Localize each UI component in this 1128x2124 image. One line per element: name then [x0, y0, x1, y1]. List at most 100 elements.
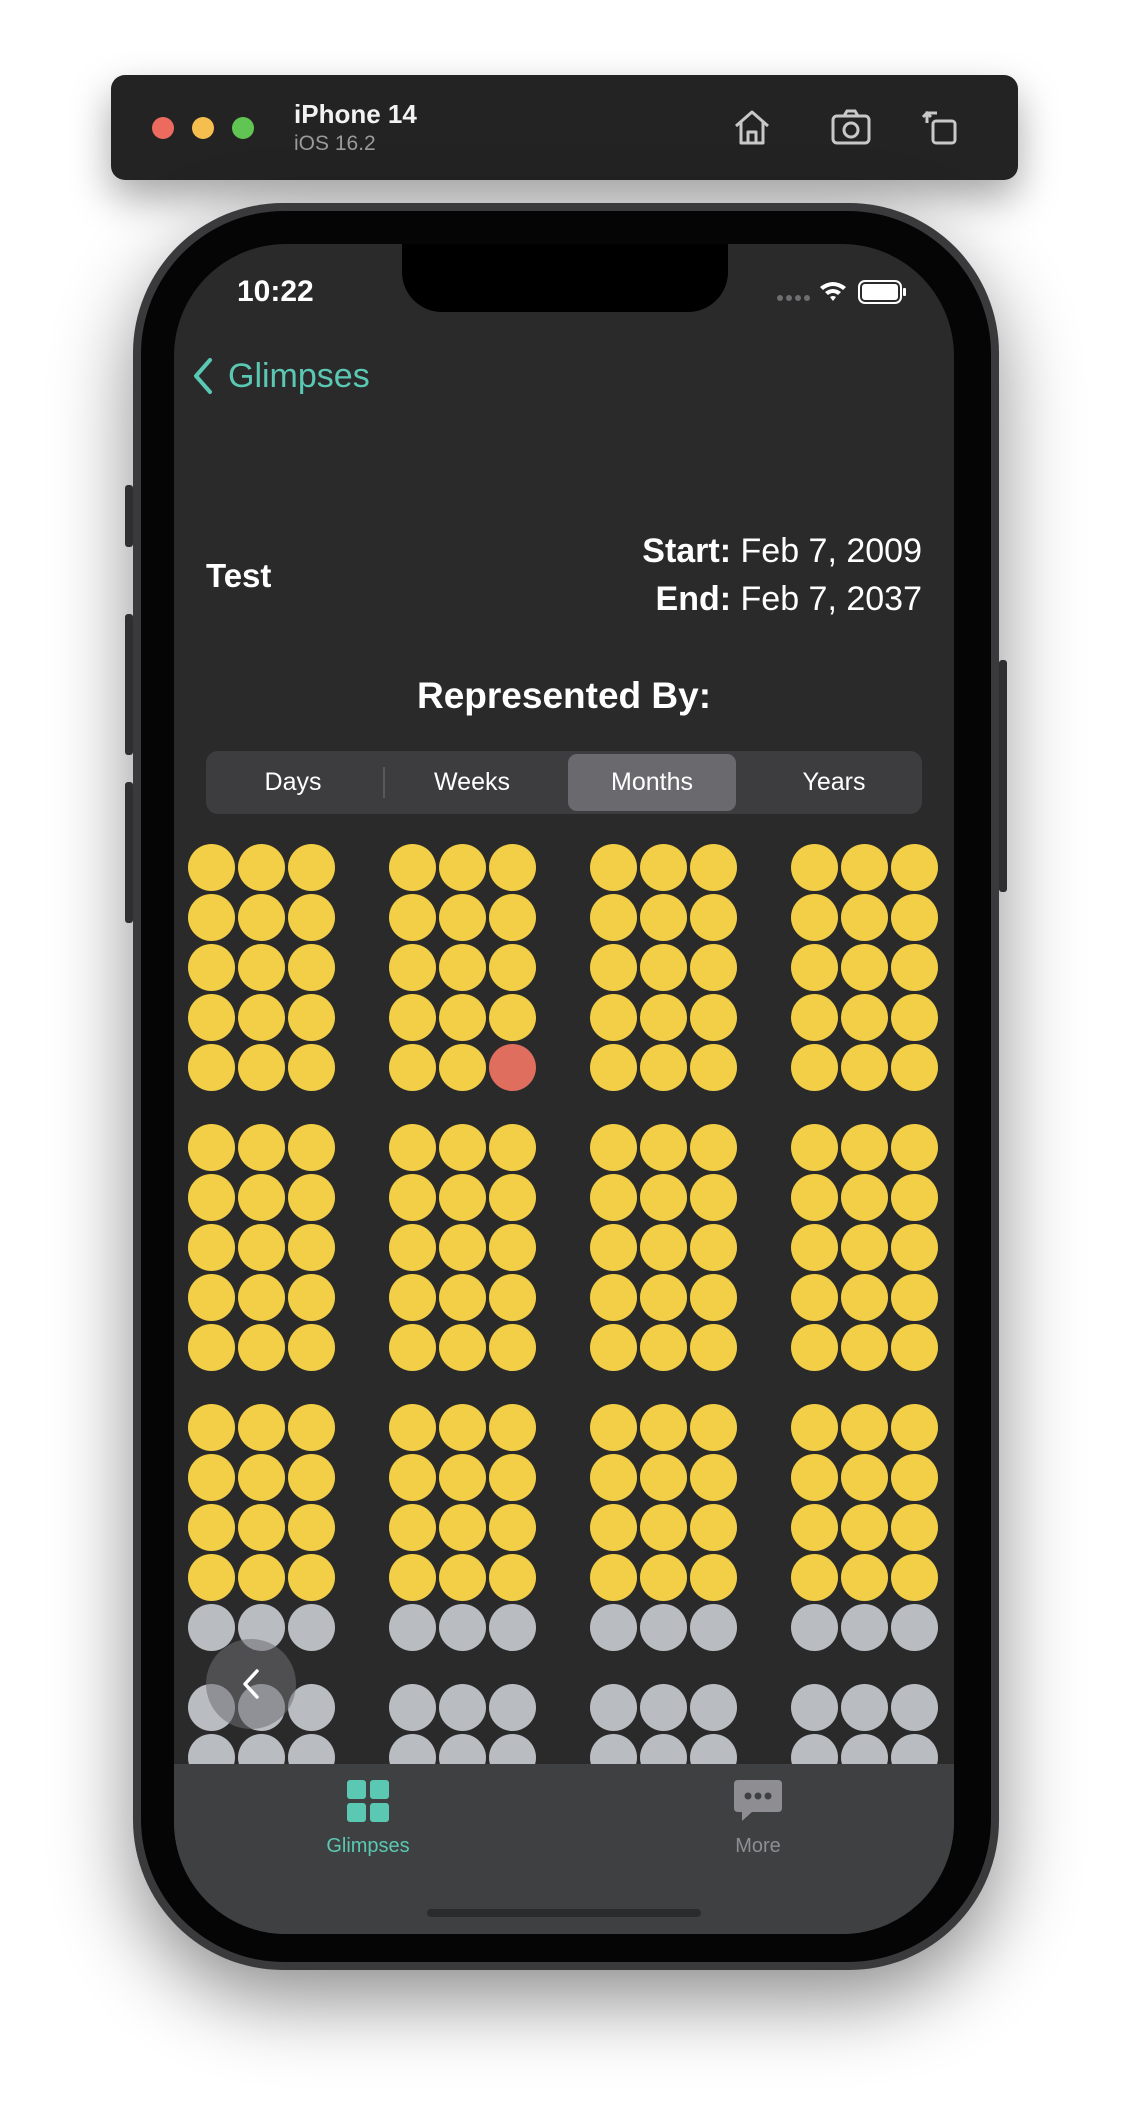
month-dot-elapsed	[489, 1324, 536, 1371]
battery-icon	[858, 280, 906, 304]
month-dot-elapsed	[791, 1454, 838, 1501]
back-button[interactable]: Glimpses	[192, 356, 370, 396]
month-dot-elapsed	[841, 1124, 888, 1171]
month-dot-elapsed	[188, 1124, 235, 1171]
month-dot-elapsed	[238, 894, 285, 941]
month-dot-elapsed	[891, 1504, 938, 1551]
month-dot-elapsed	[288, 1224, 335, 1271]
month-dot-elapsed	[288, 1274, 335, 1321]
month-dot-elapsed	[489, 1224, 536, 1271]
month-dot-elapsed	[389, 844, 436, 891]
month-dot-elapsed	[439, 1124, 486, 1171]
month-dot-elapsed	[841, 844, 888, 891]
month-dot-remaining	[489, 1604, 536, 1651]
month-dot-remaining	[791, 1604, 838, 1651]
month-dot-elapsed	[891, 1274, 938, 1321]
month-dot-elapsed	[791, 894, 838, 941]
tab-glimpses-label: Glimpses	[326, 1835, 410, 1857]
month-dot-elapsed	[288, 994, 335, 1041]
month-dot-elapsed	[238, 1324, 285, 1371]
month-dot-remaining	[690, 1684, 737, 1731]
zoom-window-button[interactable]	[232, 117, 254, 139]
month-dot-elapsed	[288, 1504, 335, 1551]
segment-weeks[interactable]: Weeks	[388, 754, 556, 811]
month-dot-remaining	[891, 1604, 938, 1651]
tab-more[interactable]: More	[668, 1778, 848, 1868]
month-dot-elapsed	[188, 1044, 235, 1091]
month-dot-elapsed	[389, 1404, 436, 1451]
floating-back-button[interactable]	[206, 1639, 296, 1729]
close-window-button[interactable]	[152, 117, 174, 139]
month-dot-remaining	[841, 1684, 888, 1731]
month-dot-elapsed	[238, 1174, 285, 1221]
wifi-icon	[820, 282, 846, 301]
screenshot-icon[interactable]	[827, 103, 875, 151]
month-dot-elapsed	[640, 844, 687, 891]
month-dot-elapsed	[590, 1454, 637, 1501]
month-dot-elapsed	[841, 1454, 888, 1501]
home-icon[interactable]	[728, 103, 776, 151]
minimize-window-button[interactable]	[192, 117, 214, 139]
month-dot-elapsed	[891, 1174, 938, 1221]
month-dot-elapsed	[439, 894, 486, 941]
os-version: iOS 16.2	[294, 132, 376, 155]
tab-bar: Glimpses More	[174, 1764, 954, 1934]
segment-months[interactable]: Months	[568, 754, 736, 811]
segment-days[interactable]: Days	[209, 754, 377, 811]
month-dot-elapsed	[389, 1124, 436, 1171]
month-dot-elapsed	[841, 994, 888, 1041]
month-dot-elapsed	[288, 1454, 335, 1501]
month-dot-elapsed	[590, 1224, 637, 1271]
rotate-icon[interactable]	[917, 103, 965, 151]
month-dot-elapsed	[188, 1504, 235, 1551]
month-dot-elapsed	[489, 894, 536, 941]
month-dot-elapsed	[590, 994, 637, 1041]
month-dot-elapsed	[590, 1554, 637, 1601]
month-dot-elapsed	[891, 1554, 938, 1601]
month-dot-elapsed	[640, 1274, 687, 1321]
month-dot-elapsed	[238, 844, 285, 891]
month-dot-remaining	[389, 1684, 436, 1731]
month-dot-elapsed	[640, 944, 687, 991]
back-label: Glimpses	[228, 356, 370, 395]
month-dot-elapsed	[590, 894, 637, 941]
month-dot-elapsed	[489, 1554, 536, 1601]
month-dot-elapsed	[288, 1174, 335, 1221]
month-dot-elapsed	[590, 1274, 637, 1321]
month-dot-elapsed	[489, 1454, 536, 1501]
month-dot-elapsed	[891, 944, 938, 991]
volume-up-button	[125, 614, 133, 755]
month-dot-elapsed	[841, 1174, 888, 1221]
segment-years[interactable]: Years	[750, 754, 918, 811]
month-dot-elapsed	[389, 994, 436, 1041]
tab-more-label: More	[735, 1835, 781, 1857]
month-dot-elapsed	[640, 1224, 687, 1271]
month-dot-remaining	[489, 1684, 536, 1731]
month-dot-elapsed	[288, 844, 335, 891]
month-dot-elapsed	[690, 1274, 737, 1321]
month-dot-elapsed	[489, 944, 536, 991]
month-dot-elapsed	[288, 894, 335, 941]
month-dot-elapsed	[188, 1454, 235, 1501]
month-dot-elapsed	[841, 1224, 888, 1271]
month-dot-elapsed	[188, 994, 235, 1041]
status-time: 10:22	[237, 275, 314, 308]
month-dot-elapsed	[841, 894, 888, 941]
month-dot-elapsed	[439, 1554, 486, 1601]
month-dot-elapsed	[690, 1224, 737, 1271]
month-dot-elapsed	[188, 1174, 235, 1221]
month-dot-elapsed	[891, 1124, 938, 1171]
month-dot-elapsed	[188, 894, 235, 941]
tab-glimpses[interactable]: Glimpses	[278, 1778, 458, 1868]
end-label: End:	[655, 580, 732, 618]
mute-switch	[125, 485, 133, 547]
month-dot-remaining	[841, 1604, 888, 1651]
month-dot-elapsed	[590, 1404, 637, 1451]
month-dot-current	[489, 1044, 536, 1091]
status-icons	[776, 278, 916, 308]
month-dot-elapsed	[841, 1274, 888, 1321]
month-dot-elapsed	[640, 1174, 687, 1221]
month-dot-elapsed	[188, 1554, 235, 1601]
month-dot-elapsed	[891, 1044, 938, 1091]
months-dot-grid	[174, 844, 954, 1781]
